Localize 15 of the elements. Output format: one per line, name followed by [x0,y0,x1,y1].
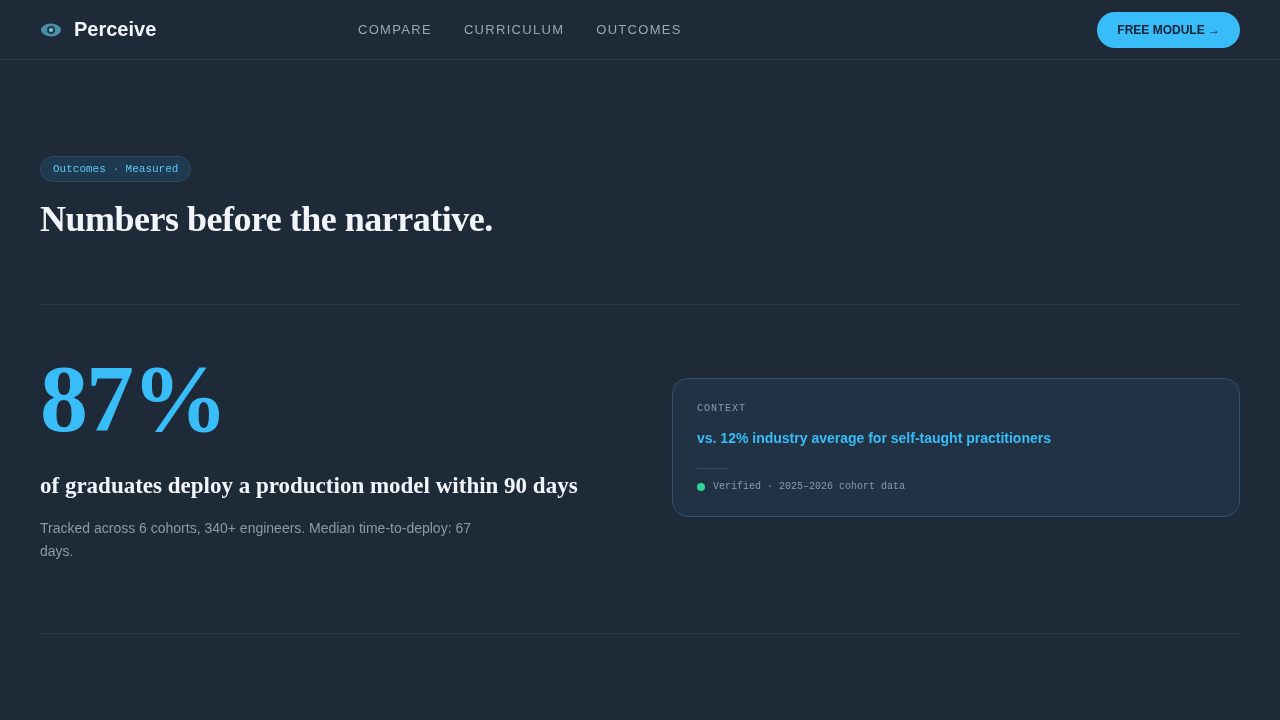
nav-link[interactable]: CURRICULUM [463,22,565,37]
verification-note: Verified · 2025–2026 cohort data [713,481,906,492]
card-label: CONTEXT [697,403,747,414]
nav-link[interactable]: OUTCOMES [596,22,682,37]
eye-logo-icon [40,21,62,38]
status-dot [697,482,705,491]
brand-name[interactable]: Perceive [74,18,157,41]
free-module-button[interactable]: FREE MODULE → [1097,11,1240,48]
context-text: vs. 12% industry average for self-taught practitioners [697,430,1052,446]
stat-headline: of graduates deploy a production model within 90 days [40,473,579,499]
stat-number: 87% [40,351,227,447]
nav-link[interactable]: COMPARE [358,22,432,37]
section-heading: Numbers before the narrative. [40,198,494,240]
section-tag: Outcomes · Measured [40,156,192,182]
stat-description: Tracked across 6 cohorts, 340+ engineers. Median time-to-deploy: 67 days. [40,519,472,561]
